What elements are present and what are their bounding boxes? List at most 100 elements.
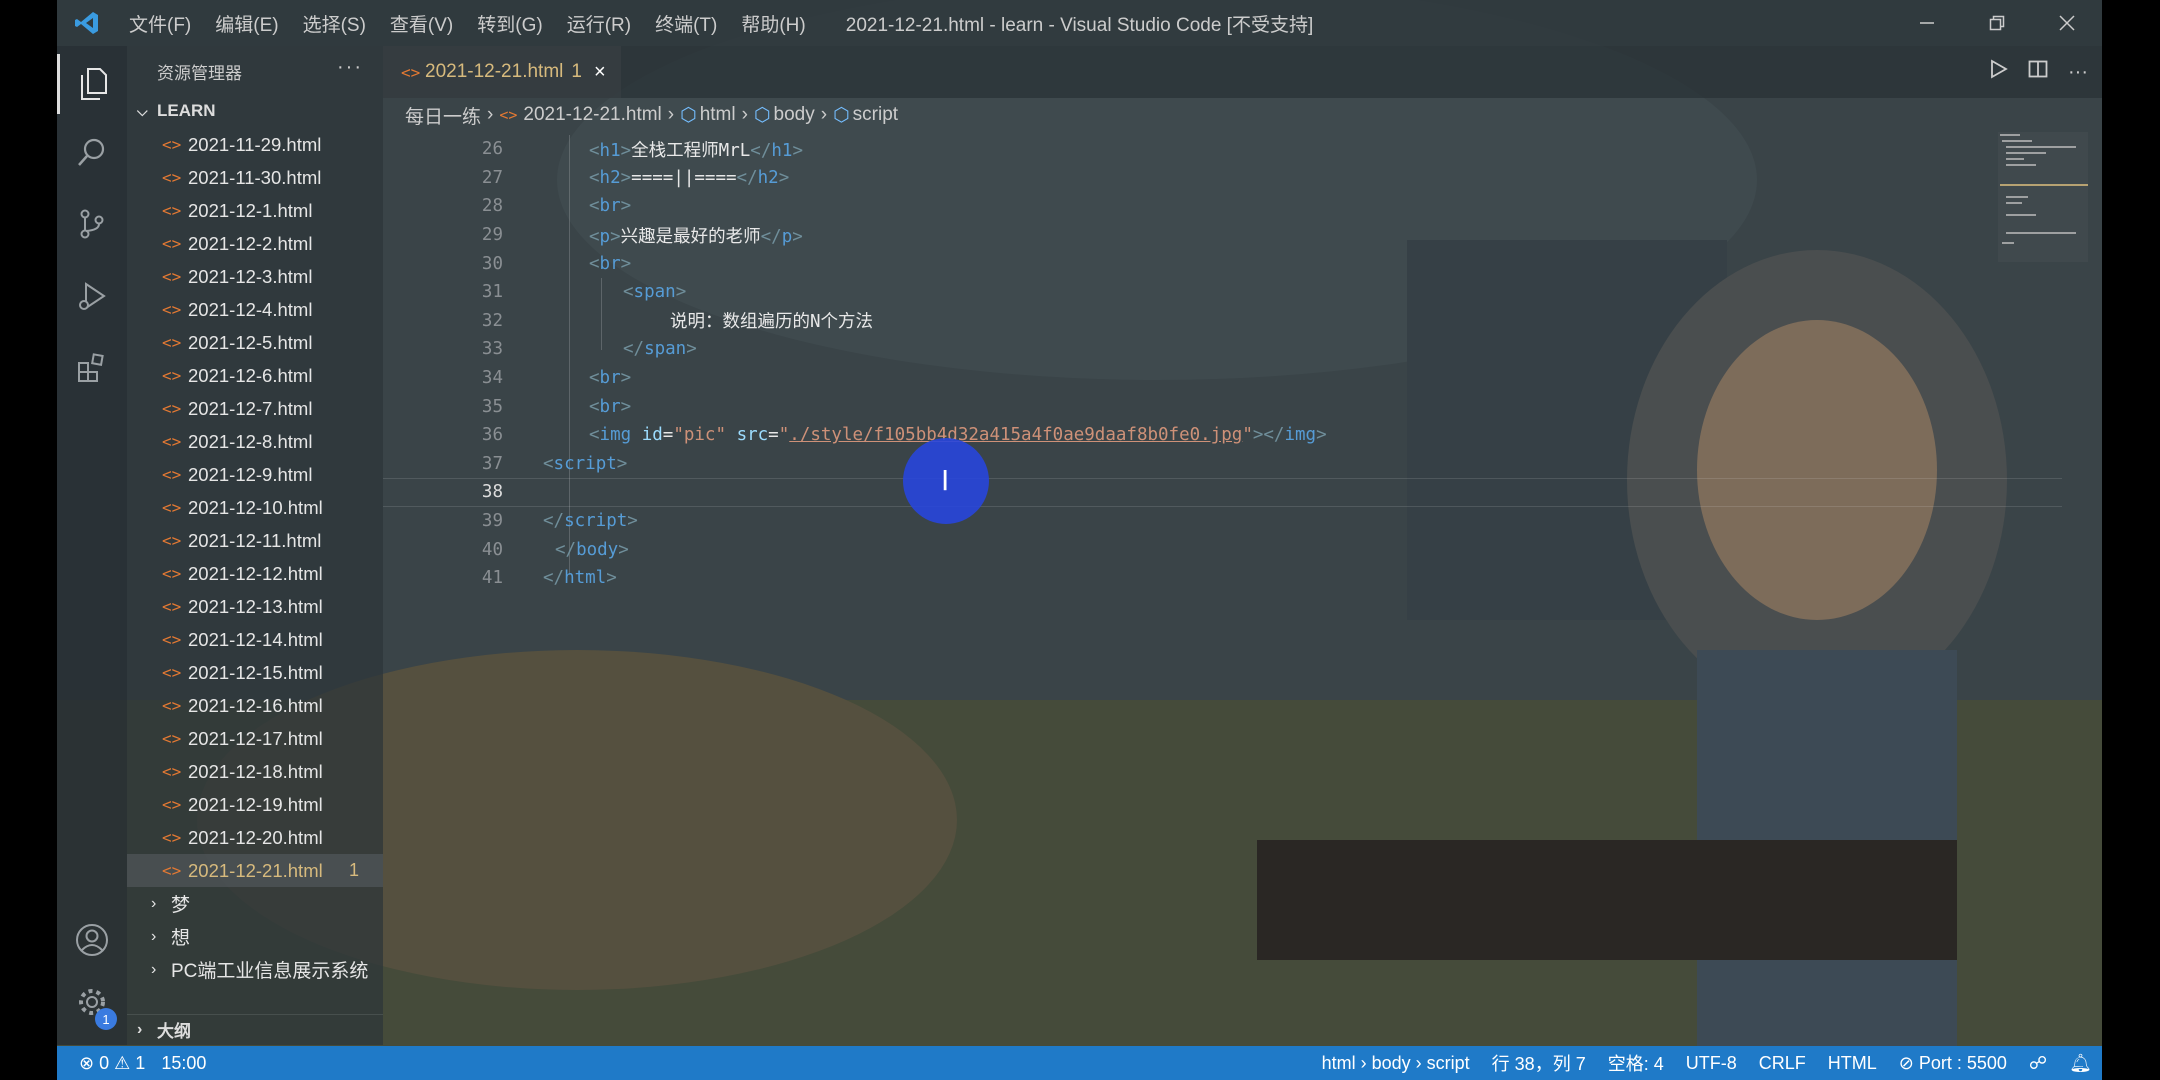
language-mode[interactable]: HTML: [1828, 1053, 1877, 1074]
html-file-icon: <>: [162, 498, 182, 517]
chevron-down-icon: ⌵: [137, 102, 148, 119]
indentation[interactable]: 空格: 4: [1608, 1050, 1664, 1076]
code-line: 40 </body>: [481, 539, 629, 560]
search-icon[interactable]: [57, 122, 127, 182]
html-file-icon: <>: [162, 300, 182, 319]
file-item[interactable]: <> 2021-12-16.html: [127, 689, 383, 722]
folder-item[interactable]: › 梦: [127, 887, 383, 920]
account-icon[interactable]: [57, 910, 127, 970]
file-item-active[interactable]: <> 2021-12-21.html 1: [127, 854, 383, 887]
file-item[interactable]: <> 2021-12-14.html: [127, 623, 383, 656]
cursor-position[interactable]: 行 38，列 7: [1492, 1050, 1586, 1076]
more-actions-icon[interactable]: ···: [337, 56, 363, 79]
breadcrumb-file[interactable]: 2021-12-21.html: [523, 104, 661, 126]
folder-item[interactable]: › PC端工业信息展示系统: [127, 953, 383, 986]
file-item[interactable]: <> 2021-12-7.html: [127, 392, 383, 425]
status-element-path[interactable]: html › body › script: [1322, 1053, 1470, 1074]
html-file-icon: <>: [162, 597, 182, 616]
minimize-icon[interactable]: [1892, 0, 1962, 46]
breadcrumb-script[interactable]: script: [853, 104, 898, 126]
explorer-header: 资源管理器 ···: [127, 46, 383, 96]
file-item[interactable]: <> 2021-12-20.html: [127, 821, 383, 854]
explorer-icon[interactable]: [57, 54, 127, 114]
code-editor[interactable]: 26 <h1>全栈工程师MrL</h1> 27 <h2>====||====</…: [383, 135, 2062, 995]
file-item[interactable]: <> 2021-12-10.html: [127, 491, 383, 524]
status-right: html › body › script 行 38，列 7 空格: 4 UTF-…: [1322, 1046, 2092, 1080]
outline-section[interactable]: › 大纲: [127, 1014, 383, 1044]
problem-count-badge: 1: [348, 860, 359, 880]
file-item[interactable]: <> 2021-12-3.html: [127, 260, 383, 293]
code-line: 41 </html>: [481, 568, 617, 589]
code-line: 26 <h1>全栈工程师MrL</h1>: [481, 139, 803, 161]
editor-tabs: <> 2021-12-21.html 1 × ···: [383, 46, 2102, 98]
file-item[interactable]: <> 2021-12-18.html: [127, 755, 383, 788]
html-file-icon: <>: [162, 663, 182, 682]
extensions-icon[interactable]: [57, 338, 127, 398]
menu-run[interactable]: 运行(R): [555, 10, 643, 37]
file-item[interactable]: <> 2021-12-6.html: [127, 359, 383, 392]
close-window-icon[interactable]: [2032, 0, 2102, 46]
chevron-right-icon: ›: [667, 104, 675, 125]
source-control-icon[interactable]: [57, 194, 127, 254]
menu-selection[interactable]: 选择(S): [291, 10, 378, 37]
menu-file[interactable]: 文件(F): [117, 10, 203, 37]
file-item[interactable]: <> 2021-12-9.html: [127, 458, 383, 491]
file-item[interactable]: <> 2021-12-12.html: [127, 557, 383, 590]
html-file-icon: <>: [162, 861, 182, 880]
menu-edit[interactable]: 编辑(E): [203, 10, 290, 37]
vscode-window: 文件(F) 编辑(E) 选择(S) 查看(V) 转到(G) 运行(R) 终端(T…: [57, 0, 2102, 1080]
code-line: 34 <br>: [481, 368, 632, 389]
breadcrumb-body[interactable]: body: [774, 104, 815, 126]
menu-help[interactable]: 帮助(H): [729, 10, 817, 37]
menu-terminal[interactable]: 终端(T): [643, 10, 729, 37]
menu-go[interactable]: 转到(G): [465, 10, 554, 37]
breadcrumb-folder[interactable]: 每日一练: [405, 102, 481, 129]
problems-indicator[interactable]: ⊗ 0 ⚠ 1: [79, 1053, 145, 1074]
settings-gear-icon[interactable]: 1: [57, 972, 127, 1032]
file-item[interactable]: <> 2021-12-1.html: [127, 194, 383, 227]
run-debug-icon[interactable]: [57, 266, 127, 326]
folder-item[interactable]: › 想: [127, 920, 383, 953]
workspace-section[interactable]: ⌵ LEARN: [127, 96, 383, 126]
breadcrumb-html[interactable]: html: [700, 104, 736, 126]
file-item[interactable]: <> 2021-12-15.html: [127, 656, 383, 689]
file-item[interactable]: <> 2021-12-2.html: [127, 227, 383, 260]
tab-active-file[interactable]: <> 2021-12-21.html 1 ×: [383, 46, 621, 98]
code-line: 31 <span>: [481, 282, 687, 303]
html-file-icon: <>: [162, 630, 182, 649]
encoding[interactable]: UTF-8: [1686, 1053, 1737, 1074]
file-item[interactable]: <> 2021-11-29.html: [127, 128, 383, 161]
status-left: ⊗ 0 ⚠ 1 15:00: [57, 1053, 206, 1074]
run-icon[interactable]: [1988, 59, 2008, 85]
text-cursor-icon: I: [941, 464, 950, 497]
end-of-line[interactable]: CRLF: [1759, 1053, 1806, 1074]
element-cube-icon: ⬡: [833, 104, 850, 126]
file-item[interactable]: <> 2021-11-30.html: [127, 161, 383, 194]
file-item[interactable]: <> 2021-12-4.html: [127, 293, 383, 326]
chevron-right-icon: ›: [151, 960, 157, 978]
workspace-name: LEARN: [157, 101, 216, 120]
split-editor-icon[interactable]: [2028, 59, 2048, 85]
more-icon[interactable]: ···: [2068, 61, 2088, 84]
close-tab-icon[interactable]: ×: [594, 61, 606, 84]
code-line: 37 <script>: [481, 453, 628, 474]
minimap[interactable]: [1998, 132, 2088, 262]
html-file-icon: <>: [401, 62, 421, 82]
file-item[interactable]: <> 2021-12-5.html: [127, 326, 383, 359]
file-item[interactable]: <> 2021-12-17.html: [127, 722, 383, 755]
file-item[interactable]: <> 2021-12-8.html: [127, 425, 383, 458]
explorer-sidebar: 资源管理器 ··· ⌵ LEARN <> 2021-11-29.html <> 20…: [127, 46, 383, 1045]
p-text: 兴趣是最好的老师: [620, 226, 761, 247]
restore-icon[interactable]: [1962, 0, 2032, 46]
file-item[interactable]: <> 2021-12-11.html: [127, 524, 383, 557]
activity-bar: 1: [57, 46, 127, 1045]
code-line: 30 <br>: [481, 253, 632, 274]
code-line: 29 <p>兴趣是最好的老师</p>: [481, 225, 803, 247]
file-item[interactable]: <> 2021-12-19.html: [127, 788, 383, 821]
notifications-bell-icon[interactable]: 🔔︎: [2069, 1053, 2092, 1074]
file-item[interactable]: <> 2021-12-13.html: [127, 590, 383, 623]
live-server-port[interactable]: ⊘ Port : 5500: [1899, 1053, 2007, 1074]
feedback-icon[interactable]: ☍: [2029, 1053, 2047, 1074]
menu-view[interactable]: 查看(V): [378, 10, 465, 37]
explorer-title: 资源管理器: [157, 63, 242, 83]
